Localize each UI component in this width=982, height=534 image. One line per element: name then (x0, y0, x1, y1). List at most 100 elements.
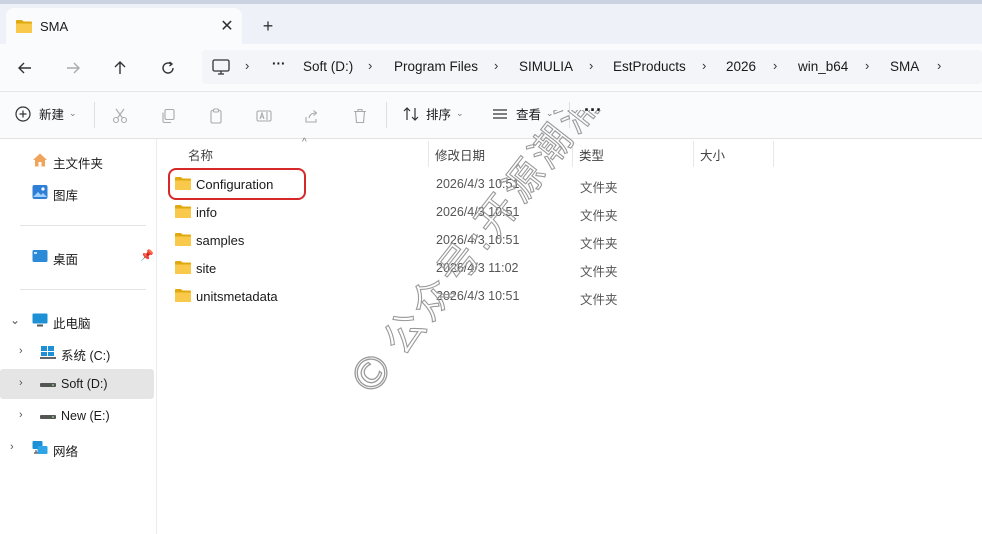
chevron-right-icon[interactable]: › (10, 441, 14, 453)
address-bar[interactable]: › ··· Soft (D:) › Program Files › SIMULI… (202, 50, 982, 84)
file-row[interactable]: samples 2026/4/3 10:51 文件夹 (158, 226, 982, 254)
close-tab-button[interactable]: ✕ (216, 15, 238, 37)
arrow-right-icon (67, 62, 80, 74)
sidebar-item-label: 图库 (53, 189, 79, 203)
chevron-down-icon: ⌄ (546, 108, 554, 118)
more-options-button[interactable]: ··· (584, 100, 602, 121)
gallery-icon (32, 184, 48, 200)
chevron-right-icon[interactable]: › (19, 409, 23, 421)
column-header-type[interactable]: 类型 (579, 145, 604, 164)
paste-button[interactable] (206, 106, 226, 126)
file-type: 文件夹 (580, 181, 618, 195)
file-modified: 2026/4/3 10:51 (436, 233, 520, 247)
breadcrumb-item[interactable]: Program Files (394, 59, 478, 74)
refresh-button[interactable] (155, 55, 181, 81)
cut-button[interactable] (110, 106, 130, 126)
file-row[interactable]: site 2026/4/3 11:02 文件夹 (158, 254, 982, 282)
divider (569, 102, 570, 128)
plus-circle-icon (15, 105, 31, 122)
column-divider[interactable] (428, 141, 429, 167)
folder-icon (175, 204, 191, 221)
up-button[interactable] (107, 55, 133, 81)
navigation-bar: › ··· Soft (D:) › Program Files › SIMULI… (0, 44, 982, 92)
sidebar-item-label: Soft (D:) (61, 377, 108, 391)
share-button[interactable] (302, 106, 322, 126)
chevron-right-icon: › (368, 58, 373, 73)
sort-icon (403, 106, 419, 121)
chevron-down-icon: ⌄ (69, 108, 77, 118)
sidebar-item-home[interactable]: 主文件夹 (0, 145, 154, 175)
chevron-right-icon: › (494, 58, 499, 73)
sort-button[interactable]: 排序 ⌄ (402, 104, 464, 123)
delete-button[interactable] (350, 106, 370, 126)
chevron-right-icon[interactable]: › (19, 345, 23, 357)
sidebar-item-network[interactable]: › 网络 (0, 433, 154, 463)
new-button[interactable]: 新建 ⌄ (15, 104, 77, 123)
title-bar: SMA ✕ + (0, 0, 982, 44)
copy-icon (162, 108, 175, 124)
divider (94, 102, 95, 128)
file-modified: 2026/4/3 10:51 (436, 289, 520, 303)
sort-button-label: 排序 (426, 108, 452, 122)
file-name: info (196, 205, 217, 220)
sidebar-item-desktop[interactable]: 桌面 📌 (0, 241, 154, 271)
folder-icon (175, 232, 191, 249)
view-button[interactable]: 查看 ⌄ (492, 104, 554, 123)
column-divider[interactable] (773, 141, 774, 167)
breadcrumb-item[interactable]: SMA (890, 59, 919, 74)
file-modified: 2026/4/3 10:51 (436, 177, 520, 191)
divider (20, 225, 146, 226)
sidebar-item-label: 此电脑 (53, 317, 91, 331)
sidebar-item-drive-c[interactable]: › 系统 (C:) (0, 337, 154, 367)
column-divider[interactable] (693, 141, 694, 167)
chevron-right-icon: › (245, 58, 250, 73)
network-icon (32, 440, 48, 456)
file-type: 文件夹 (580, 209, 618, 223)
chevron-right-icon: › (865, 58, 870, 73)
arrow-up-icon (114, 61, 126, 74)
column-header-name[interactable]: 名称 (188, 145, 213, 164)
chevron-right-icon: › (589, 58, 594, 73)
chevron-right-icon: › (937, 58, 942, 73)
new-tab-button[interactable]: + (256, 14, 280, 38)
breadcrumb-item[interactable]: EstProducts (613, 59, 686, 74)
sidebar-item-label: 主文件夹 (53, 157, 104, 171)
sidebar-item-gallery[interactable]: 图库 (0, 177, 154, 207)
copy-button[interactable] (158, 106, 178, 126)
breadcrumb-item[interactable]: win_b64 (798, 59, 848, 74)
file-type: 文件夹 (580, 293, 618, 307)
file-name: site (196, 261, 217, 276)
drive-icon (40, 376, 56, 392)
forward-button[interactable] (60, 55, 86, 81)
folder-icon (175, 288, 191, 305)
column-header-size[interactable]: 大小 (700, 145, 725, 164)
column-header-modified[interactable]: 修改日期 (435, 145, 485, 164)
highlight-annotation (168, 168, 306, 200)
pin-icon[interactable]: 📌 (140, 249, 154, 262)
rename-icon (256, 110, 272, 122)
file-row[interactable]: info 2026/4/3 10:51 文件夹 (158, 198, 982, 226)
sidebar-item-label: 桌面 (53, 253, 79, 267)
arrow-left-icon (18, 62, 31, 74)
rename-button[interactable] (254, 106, 274, 126)
chevron-down-icon[interactable]: ⌄ (10, 313, 20, 327)
divider (386, 102, 387, 128)
chevron-down-icon: ⌄ (456, 108, 464, 118)
folder-icon (16, 19, 32, 36)
navigation-pane: 主文件夹 图库 桌面 📌 ⌄ 此电脑 › 系统 (C:) › Soft (D:) (0, 139, 157, 534)
breadcrumb-item[interactable]: 2026 (726, 59, 756, 74)
column-divider[interactable] (572, 141, 573, 167)
file-row[interactable]: unitsmetadata 2026/4/3 10:51 文件夹 (158, 282, 982, 310)
tab-sma[interactable]: SMA ✕ (6, 8, 242, 44)
breadcrumb-overflow[interactable]: ··· (272, 56, 286, 71)
sidebar-item-drive-d[interactable]: › Soft (D:) (0, 369, 154, 399)
refresh-icon (162, 61, 174, 74)
back-button[interactable] (12, 55, 38, 81)
breadcrumb-item[interactable]: SIMULIA (519, 59, 573, 74)
breadcrumb-item[interactable]: Soft (D:) (303, 59, 353, 74)
sidebar-item-drive-e[interactable]: › New (E:) (0, 401, 154, 431)
sidebar-item-this-pc[interactable]: ⌄ 此电脑 (0, 305, 154, 335)
chevron-right-icon[interactable]: › (19, 377, 23, 389)
share-icon (305, 110, 318, 123)
clipboard-icon (210, 108, 222, 124)
